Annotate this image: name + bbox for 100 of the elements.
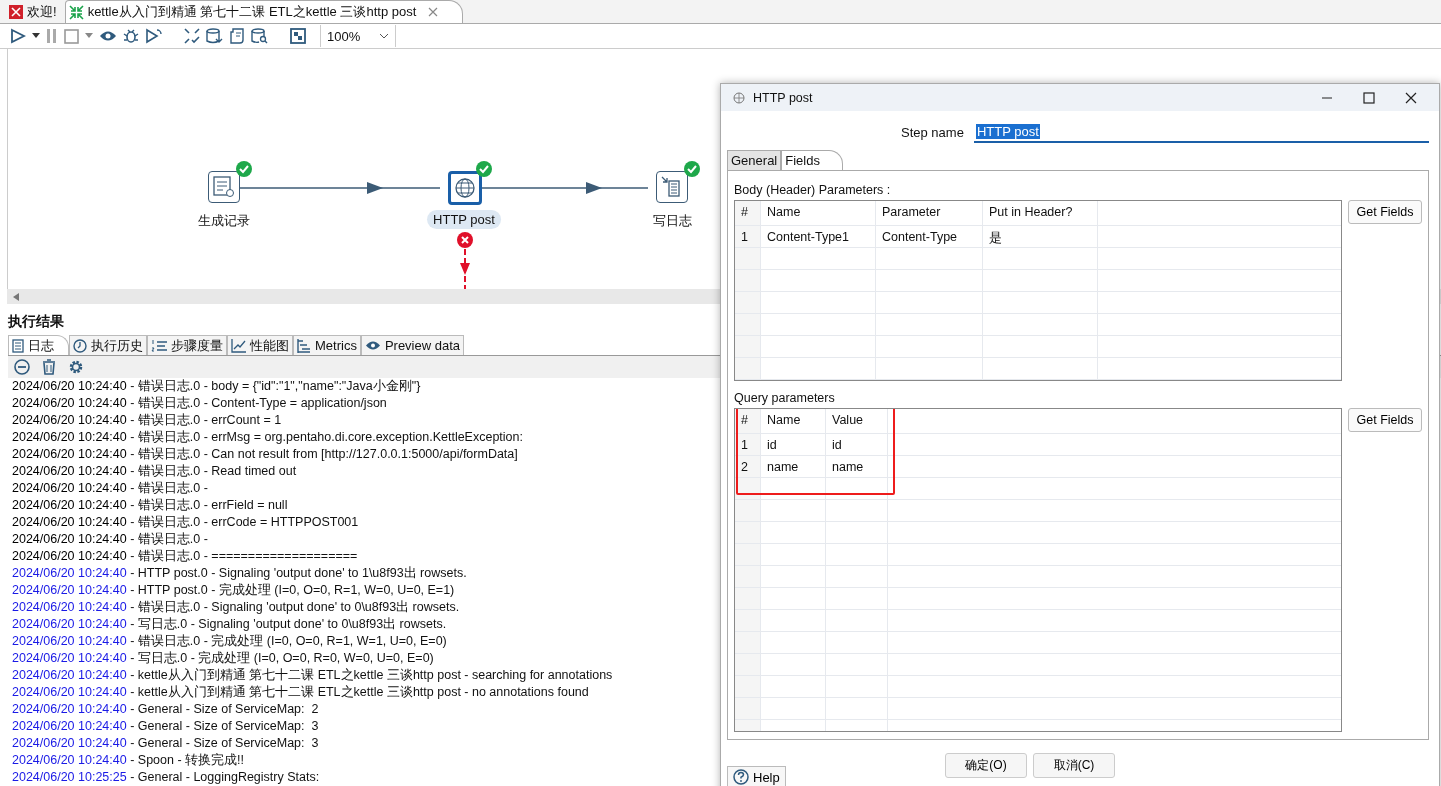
- column-header[interactable]: Name: [761, 409, 826, 433]
- column-header[interactable]: Parameter: [876, 201, 983, 225]
- dialog-tab[interactable]: Fields: [781, 150, 843, 170]
- globe-icon: [454, 177, 476, 199]
- column-header[interactable]: Put in Header?: [983, 201, 1098, 225]
- results-tab[interactable]: 执行历史: [69, 335, 147, 355]
- column-header[interactable]: #: [735, 409, 761, 433]
- ok-button[interactable]: 确定(O): [945, 753, 1027, 778]
- replay-icon[interactable]: [145, 28, 162, 44]
- table-cell: id: [761, 434, 826, 455]
- transformation-icon: [68, 4, 84, 20]
- results-title: 执行结果: [8, 313, 65, 331]
- scroll-left-icon[interactable]: [13, 292, 19, 301]
- log-line: 2024/06/20 10:24:40 - HTTP post.0 - 完成处理 (I=0, O=0, R=1, W=0, U=0, E=1): [12, 582, 455, 599]
- step-label: HTTP post: [427, 210, 501, 229]
- help-button[interactable]: Help: [727, 766, 786, 786]
- table-icon: [213, 176, 235, 198]
- results-tab[interactable]: Metrics: [293, 335, 361, 355]
- editor-tab[interactable]: kettle从入门到精通 第七十二课 ETL之kettle 三谈http post: [64, 0, 464, 23]
- table-cell: 是: [983, 226, 1098, 247]
- log-line: 2024/06/20 10:24:40 - 写日志.0 - 完成处理 (I=0, O=0, R=0, W=0, U=0, E=0): [12, 650, 434, 667]
- table-cell: Content-Type: [876, 226, 983, 247]
- results-tab[interactable]: Preview data: [360, 335, 465, 355]
- table-cell: id: [826, 434, 888, 455]
- log-line: 2024/06/20 10:24:40 - 错误日志.0 - Read timed out: [12, 463, 297, 480]
- table-cell: name: [826, 456, 888, 477]
- chevron-down-icon: [379, 33, 389, 39]
- database-icon[interactable]: [206, 28, 223, 44]
- script-icon[interactable]: [229, 28, 245, 44]
- layout-icon[interactable]: [290, 28, 306, 44]
- log-line: 2024/06/20 10:24:40 - kettle从入门到精通 第七十二课 ETL之kettle 三谈http post - no annotations found: [12, 684, 589, 701]
- get-fields-button[interactable]: Get Fields: [1348, 408, 1422, 432]
- zoom-dropdown[interactable]: 100%: [320, 25, 396, 47]
- eye-icon[interactable]: [99, 30, 117, 42]
- help-icon: [733, 769, 749, 785]
- clock-icon: [73, 338, 87, 353]
- trash-icon[interactable]: [42, 359, 56, 375]
- step-node[interactable]: [208, 171, 240, 203]
- column-header[interactable]: Name: [761, 201, 876, 225]
- table-cell: 1: [735, 434, 761, 455]
- cancel-button[interactable]: 取消(C): [1033, 753, 1115, 778]
- log-line: 2024/06/20 10:24:40 - Spoon - 转换完成!!: [12, 752, 244, 769]
- log-line: 2024/06/20 10:24:40 - 错误日志.0 - Can not result from [http://127.0.0.1:5000/api/formData]: [12, 446, 518, 463]
- step-label: 写日志: [651, 212, 693, 230]
- settings-icon[interactable]: [68, 359, 84, 375]
- error-hop-arrow: [459, 249, 471, 289]
- results-tab[interactable]: 日志: [8, 335, 69, 355]
- dialog-tab[interactable]: General: [727, 150, 782, 170]
- log-line: 2024/06/20 10:24:40 - 错误日志.0 - errMsg = org.pentaho.di.core.exception.KettleException:: [12, 429, 523, 446]
- globe-icon: [733, 91, 745, 104]
- log-line: 2024/06/20 10:24:40 - General - Size of ServiceMap: 3: [12, 735, 319, 752]
- app-logo-icon: [9, 5, 23, 19]
- maximize-icon[interactable]: [1363, 91, 1375, 104]
- column-header[interactable]: #: [735, 201, 761, 225]
- results-tab[interactable]: 性能图: [227, 335, 293, 355]
- log-line: 2024/06/20 10:24:40 - kettle从入门到精通 第七十二课 ETL之kettle 三谈http post - searching for annotations: [12, 667, 613, 684]
- caret-icon[interactable]: [32, 33, 40, 39]
- document-icon: [661, 176, 683, 198]
- log-line: 2024/06/20 10:24:40 - 错误日志.0 - errCode = HTTPPOST001: [12, 514, 359, 531]
- step-name-field[interactable]: HTTP post: [973, 121, 1429, 143]
- close-icon[interactable]: [1405, 91, 1417, 104]
- line-chart-icon: [231, 338, 246, 353]
- log-line: 2024/06/20 10:24:40 - 写日志.0 - Signaling 'output done' to 0\u8f93出 rowsets.: [12, 616, 447, 633]
- bug-icon[interactable]: [123, 28, 139, 44]
- database-search-icon[interactable]: [251, 28, 268, 44]
- table-cell: 1: [735, 226, 761, 247]
- log-line: 2024/06/20 10:24:40 - 错误日志.0 - 完成处理 (I=0, O=0, R=1, W=1, U=0, E=0): [12, 633, 447, 650]
- eye-icon: [364, 340, 381, 351]
- column-header[interactable]: Value: [826, 409, 888, 433]
- log-line: 2024/06/20 10:24:40 - General - Size of ServiceMap: 3: [12, 718, 319, 735]
- log-line: 2024/06/20 10:24:40 - 错误日志.0 -: [12, 480, 208, 497]
- step-label: 生成记录: [197, 212, 251, 230]
- log-line: 2024/06/20 10:24:40 - 错误日志.0 - body = {"id":"1","name":"Java小金刚"}: [12, 378, 421, 395]
- run-icon[interactable]: [10, 28, 26, 44]
- log-line: 2024/06/20 10:24:40 - 错误日志.0 -: [12, 531, 208, 548]
- step-name-label: Step name: [901, 124, 964, 140]
- check-icon[interactable]: [184, 28, 200, 44]
- dialog-title: HTTP post: [753, 90, 813, 105]
- section-title: Query parameters: [734, 391, 836, 405]
- step-node[interactable]: [448, 171, 482, 205]
- editor-tab[interactable]: 欢迎!: [6, 1, 65, 23]
- log-line: 2024/06/20 10:25:25 - General - LoggingRegistry Stats:: [12, 769, 320, 786]
- step-node[interactable]: [656, 171, 688, 203]
- results-tab[interactable]: 步骤度量: [147, 335, 227, 355]
- log-line: 2024/06/20 10:24:40 - 错误日志.0 - errCount = 1: [12, 412, 282, 429]
- table-cell: name: [761, 456, 826, 477]
- section-title: Body (Header) Parameters :: [734, 183, 892, 197]
- document-icon: [12, 338, 24, 353]
- numbered-list-icon: [151, 338, 167, 353]
- log-line: 2024/06/20 10:24:40 - General - Size of ServiceMap: 2: [12, 701, 319, 718]
- log-line: 2024/06/20 10:24:40 - 错误日志.0 - ====================: [12, 548, 358, 565]
- stop-circle-icon[interactable]: [14, 359, 30, 375]
- log-line: 2024/06/20 10:24:40 - HTTP post.0 - Signaling 'output done' to 1\u8f93出 rowsets.: [12, 565, 467, 582]
- log-line: 2024/06/20 10:24:40 - 错误日志.0 - Signaling 'output done' to 0\u8f93出 rowsets.: [12, 599, 460, 616]
- log-line: 2024/06/20 10:24:40 - 错误日志.0 - Content-Type = application/json: [12, 395, 387, 412]
- bar-list-icon: [297, 338, 311, 353]
- table-cell: Content-Type1: [761, 226, 876, 247]
- log-line: 2024/06/20 10:24:40 - 错误日志.0 - errField = null: [12, 497, 288, 514]
- get-fields-button[interactable]: Get Fields: [1348, 200, 1422, 224]
- table-cell: 2: [735, 456, 761, 477]
